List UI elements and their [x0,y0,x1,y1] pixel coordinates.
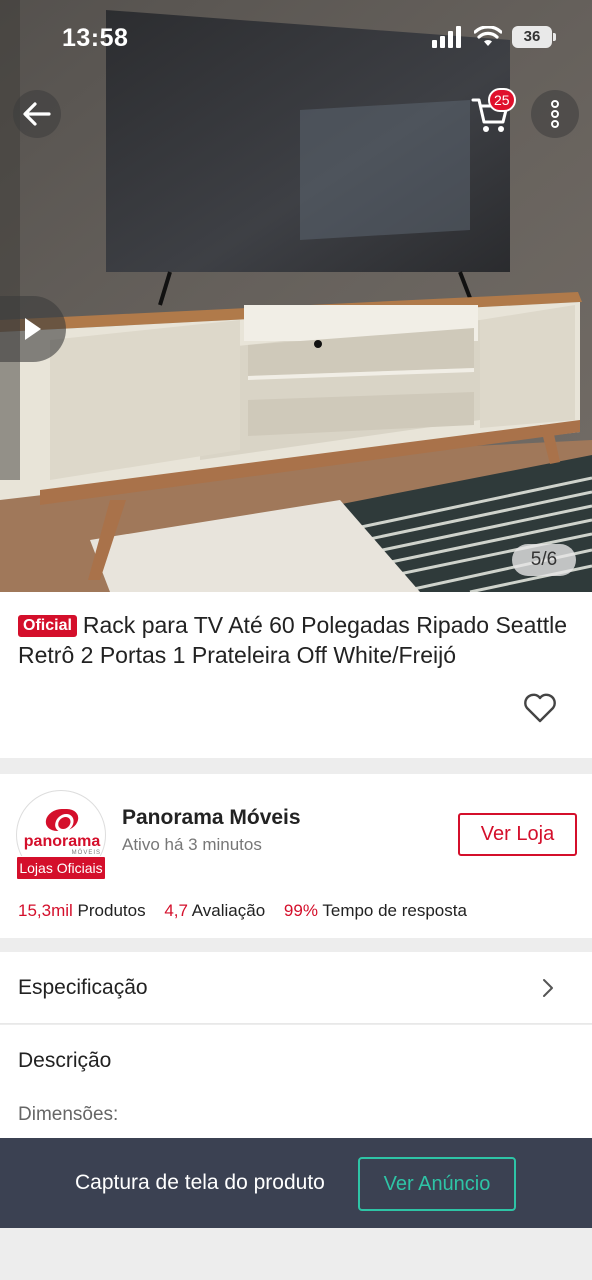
more-vertical-icon [551,100,559,128]
more-options-button[interactable] [531,90,579,138]
official-badge: Oficial [18,615,77,637]
screenshot-banner-text: Captura de tela do produto [75,1171,325,1194]
stat-rating: 4,7 Avaliação [164,901,266,920]
product-title-card: Oficial Rack para TV Até 60 Polegadas Rip… [0,592,592,758]
description-section: Descrição Dimensões: [0,1025,592,1138]
stat-response-time: 99% Tempo de resposta [283,901,467,920]
screenshot-banner: Captura de tela do produto Ver Anúncio [0,1138,592,1228]
play-video-button[interactable] [0,296,66,362]
back-button[interactable] [13,90,61,138]
description-text: Dimensões: [18,1104,119,1125]
store-stats: 15,3mil Produtos 4,7 Avaliação 99% Tempo… [18,901,481,921]
official-stores-badge: Lojas Oficiais [16,856,106,880]
store-card[interactable]: panorama MÓVEIS Lojas Oficiais Panorama … [0,774,592,938]
cart-count-badge: 25 [488,88,516,112]
signal-icon [432,26,461,48]
product-title: Oficial Rack para TV Até 60 Polegadas Rip… [18,610,574,670]
product-image-gallery[interactable]: 13:58 36 25 5/6 [0,0,592,592]
product-title-text: Rack para TV Até 60 Polegadas Ripado Sea… [18,612,568,668]
status-bar: 13:58 36 [0,0,592,80]
specification-label: Especificação [18,976,148,999]
heart-outline-icon [524,693,556,723]
panorama-logo-mark [43,809,81,831]
status-icons: 36 [432,26,556,48]
battery-icon: 36 [512,26,556,48]
wifi-icon [474,26,502,46]
description-title: Descrição [18,1049,112,1072]
store-name[interactable]: Panorama Móveis [122,806,301,830]
chevron-right-icon [543,979,553,997]
play-icon [25,318,41,340]
store-activity: Ativo há 3 minutos [122,835,262,854]
stat-products: 15,3mil Produtos [18,901,146,920]
view-listing-button[interactable]: Ver Anúncio [358,1157,516,1211]
store-logo-name: panorama [23,833,101,850]
favorite-button[interactable] [520,688,560,728]
visit-store-button[interactable]: Ver Loja [458,813,577,856]
status-time: 13:58 [62,24,129,52]
image-counter: 5/6 [512,544,576,576]
specification-row[interactable]: Especificação [0,952,592,1024]
arrow-left-icon [23,102,51,126]
